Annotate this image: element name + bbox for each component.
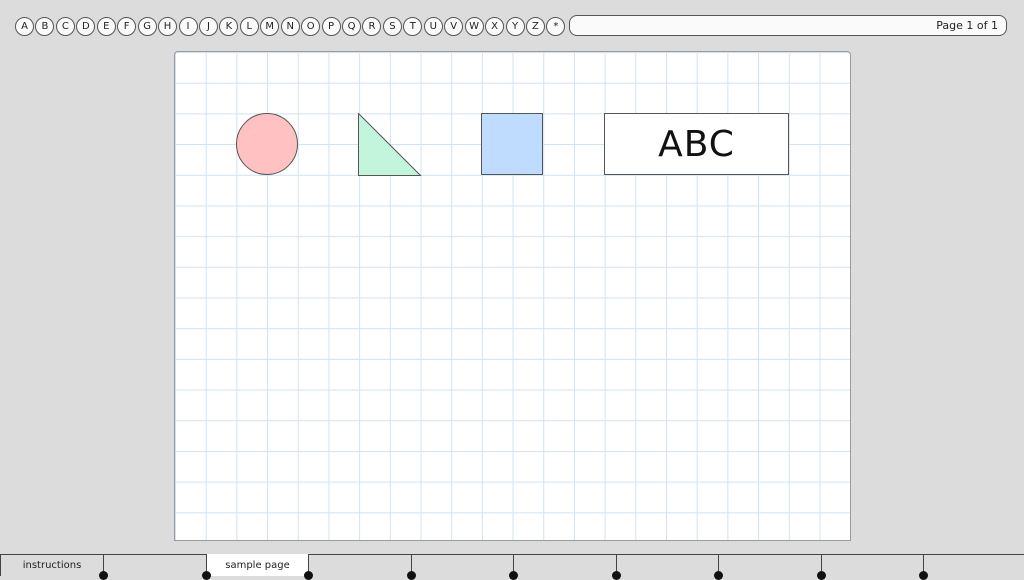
- tab-label: instructions: [22, 560, 82, 571]
- letter-button-x[interactable]: X: [485, 16, 505, 36]
- letter-button-m[interactable]: M: [260, 16, 280, 36]
- letter-button-q[interactable]: Q: [342, 16, 361, 36]
- letter-button-h[interactable]: H: [158, 16, 178, 36]
- triangle-shape[interactable]: [358, 113, 422, 177]
- page-indicator: Page 1 of 1: [936, 19, 998, 32]
- letter-button-e[interactable]: E: [96, 16, 116, 36]
- tab-empty-9[interactable]: [919, 554, 1024, 580]
- tab-label: sample page: [225, 559, 290, 571]
- tab-empty-5[interactable]: [509, 554, 616, 580]
- letter-button-a[interactable]: A: [15, 16, 34, 36]
- letter-button-n[interactable]: N: [280, 16, 300, 36]
- graph-paper-canvas[interactable]: ABC: [174, 51, 851, 541]
- tab-instructions[interactable]: instructions: [0, 554, 103, 576]
- letter-button-w[interactable]: W: [464, 16, 484, 36]
- letter-button-j[interactable]: J: [198, 16, 218, 36]
- tab-empty-8[interactable]: [817, 554, 923, 580]
- letter-button-r[interactable]: R: [362, 16, 382, 36]
- letter-button-v[interactable]: V: [444, 16, 464, 36]
- letter-button-b[interactable]: B: [35, 16, 55, 36]
- page-bar: Page 1 of 1: [569, 15, 1007, 36]
- tab-empty-1[interactable]: [99, 554, 206, 580]
- text-box-content: ABC: [658, 123, 735, 165]
- square-shape[interactable]: [481, 113, 543, 175]
- letter-button-f[interactable]: F: [117, 16, 137, 36]
- tab-empty-6[interactable]: [612, 554, 718, 580]
- letter-button-i[interactable]: I: [178, 16, 198, 36]
- tab-empty-3[interactable]: [304, 554, 411, 580]
- tab-empty-7[interactable]: [714, 554, 821, 580]
- wildcard-button[interactable]: *: [546, 16, 566, 36]
- letter-button-y[interactable]: Y: [505, 16, 525, 36]
- letter-button-t[interactable]: T: [403, 16, 423, 36]
- letter-button-s[interactable]: S: [382, 16, 402, 36]
- letter-button-p[interactable]: P: [321, 16, 341, 36]
- circle-shape[interactable]: [236, 113, 298, 175]
- letter-button-z[interactable]: Z: [525, 16, 545, 36]
- alphabet-toolbar: A B C D E F G H I J K L M N O P Q R S T …: [15, 15, 567, 37]
- text-box-shape[interactable]: ABC: [604, 113, 789, 175]
- letter-button-o[interactable]: O: [301, 16, 321, 36]
- page-tabs: instructions sample page: [0, 554, 1024, 580]
- letter-button-g[interactable]: G: [137, 16, 157, 36]
- letter-button-u[interactable]: U: [423, 16, 443, 36]
- letter-button-l[interactable]: L: [239, 16, 259, 36]
- tab-empty-4[interactable]: [407, 554, 513, 580]
- tab-sample-page[interactable]: sample page: [202, 554, 308, 580]
- letter-button-c[interactable]: C: [55, 16, 75, 36]
- letter-button-d[interactable]: D: [76, 16, 96, 36]
- letter-button-k[interactable]: K: [219, 16, 239, 36]
